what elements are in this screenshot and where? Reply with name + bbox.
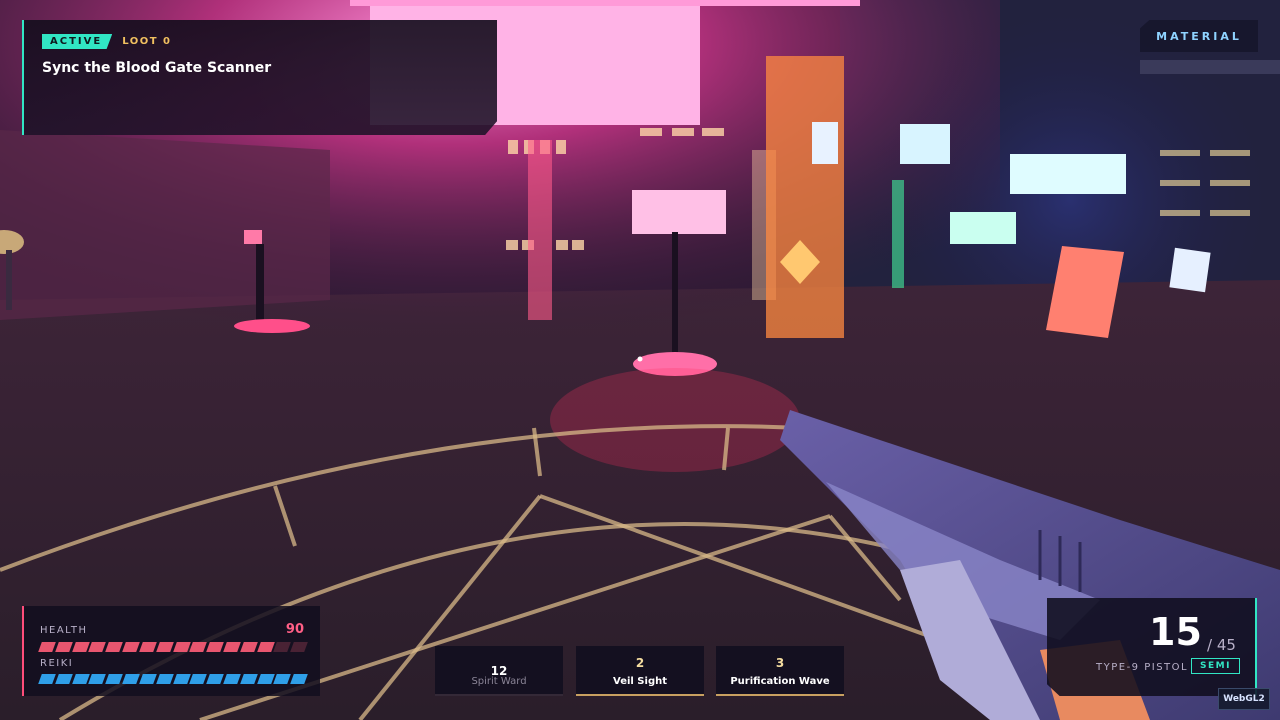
reiki-bar <box>38 674 308 684</box>
ability-name: Purification Wave <box>730 676 830 687</box>
ability-name: Spirit Ward <box>471 676 527 687</box>
reiki-segment <box>88 674 107 684</box>
reiki-segment <box>206 674 224 684</box>
health-segment <box>105 642 123 652</box>
vitals-panel: HEALTH 90 REIKI <box>22 606 320 696</box>
reiki-segment <box>54 674 73 684</box>
health-label: HEALTH <box>40 625 88 636</box>
reiki-segment <box>290 674 308 684</box>
ammo-panel: 15 / 45 TYPE-9 PISTOL SEMI <box>1047 598 1257 696</box>
health-segment <box>256 642 275 652</box>
reiki-label: REIKI <box>40 658 74 669</box>
health-segment <box>206 642 224 652</box>
ammo-reserve: / 45 <box>1207 636 1236 654</box>
objective-title: Sync the Blood Gate Scanner <box>42 60 272 76</box>
reiki-segment <box>122 674 140 684</box>
health-segment <box>273 642 292 652</box>
objective-status-badge: ACTIVE <box>42 34 113 49</box>
ability-key: 2 <box>635 656 645 670</box>
crosshair-icon <box>637 356 643 362</box>
health-value: 90 <box>285 622 304 637</box>
reiki-segment <box>239 674 258 684</box>
weapon-name: TYPE-9 PISTOL <box>1096 662 1189 673</box>
health-segment <box>239 642 258 652</box>
reiki-segment <box>223 674 241 684</box>
reiki-segment <box>172 674 191 684</box>
health-segment <box>88 642 107 652</box>
ability-key: 3 <box>775 656 785 670</box>
reiki-segment <box>139 674 157 684</box>
reiki-segment <box>105 674 123 684</box>
health-segment <box>290 642 308 652</box>
health-segment <box>172 642 191 652</box>
objective-panel: ACTIVE LOOT 0 Sync the Blood Gate Scanne… <box>22 20 497 135</box>
health-segment <box>155 642 174 652</box>
health-segment <box>38 642 56 652</box>
ammo-current: 15 <box>1149 610 1202 654</box>
ability-slot-spirit-ward[interactable]: 12 Spirit Ward <box>435 646 563 696</box>
health-segment <box>139 642 157 652</box>
reiki-segment <box>38 674 56 684</box>
reiki-segment <box>155 674 174 684</box>
health-segment <box>223 642 241 652</box>
health-segment <box>71 642 90 652</box>
reiki-segment <box>189 674 207 684</box>
health-segment <box>54 642 73 652</box>
ability-slot-purification-wave[interactable]: 3 Purification Wave <box>716 646 844 696</box>
material-tag: MATERIAL <box>1140 20 1258 52</box>
reiki-segment <box>273 674 292 684</box>
loot-counter: LOOT 0 <box>122 36 172 47</box>
ability-slot-veil-sight[interactable]: 2 Veil Sight <box>576 646 704 696</box>
fire-mode-badge: SEMI <box>1191 658 1240 674</box>
ability-name: Veil Sight <box>613 676 667 687</box>
renderer-badge: WebGL2 <box>1218 688 1270 710</box>
health-segment <box>189 642 207 652</box>
health-segment <box>122 642 140 652</box>
health-bar <box>38 642 308 652</box>
reiki-segment <box>71 674 90 684</box>
reiki-segment <box>256 674 275 684</box>
